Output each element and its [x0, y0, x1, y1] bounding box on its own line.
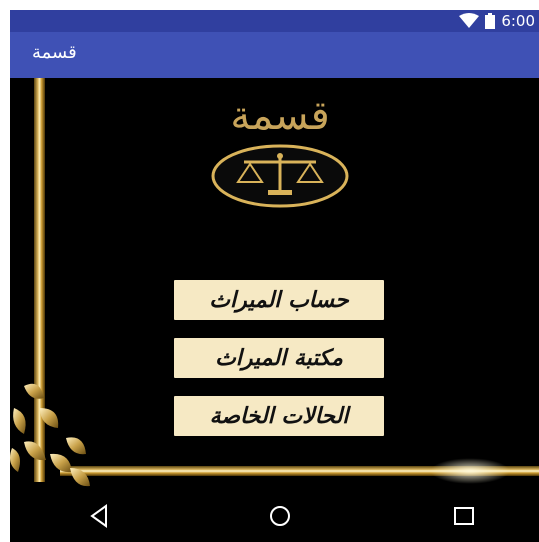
battery-icon — [485, 13, 496, 29]
inheritance-calculation-button[interactable]: حساب الميراث — [174, 280, 384, 320]
back-icon[interactable] — [82, 500, 118, 532]
status-bar: 6:00 — [10, 10, 539, 32]
home-icon[interactable] — [262, 500, 298, 532]
app-bar: قسمة — [10, 32, 539, 78]
scales-icon — [211, 144, 349, 208]
wifi-icon — [459, 13, 480, 28]
logo-title: قسمة — [230, 93, 330, 139]
status-time: 6:00 — [501, 12, 535, 30]
navigation-bar — [10, 490, 539, 542]
frame-glow — [430, 458, 510, 484]
inheritance-library-button[interactable]: مكتبة الميراث — [174, 338, 384, 378]
laurel-leaves-decoration — [10, 383, 90, 487]
main-content: قسمة حساب الميراث مكتبة الميراث الحالات … — [10, 78, 539, 490]
phone-screen: 6:00 قسمة قسمة حساب الميراث مكتبة الميرا… — [10, 10, 539, 542]
app-title: قسمة — [32, 42, 77, 63]
recents-icon[interactable] — [446, 500, 482, 532]
status-icons: 6:00 — [459, 12, 535, 30]
special-cases-button[interactable]: الحالات الخاصة — [174, 396, 384, 436]
